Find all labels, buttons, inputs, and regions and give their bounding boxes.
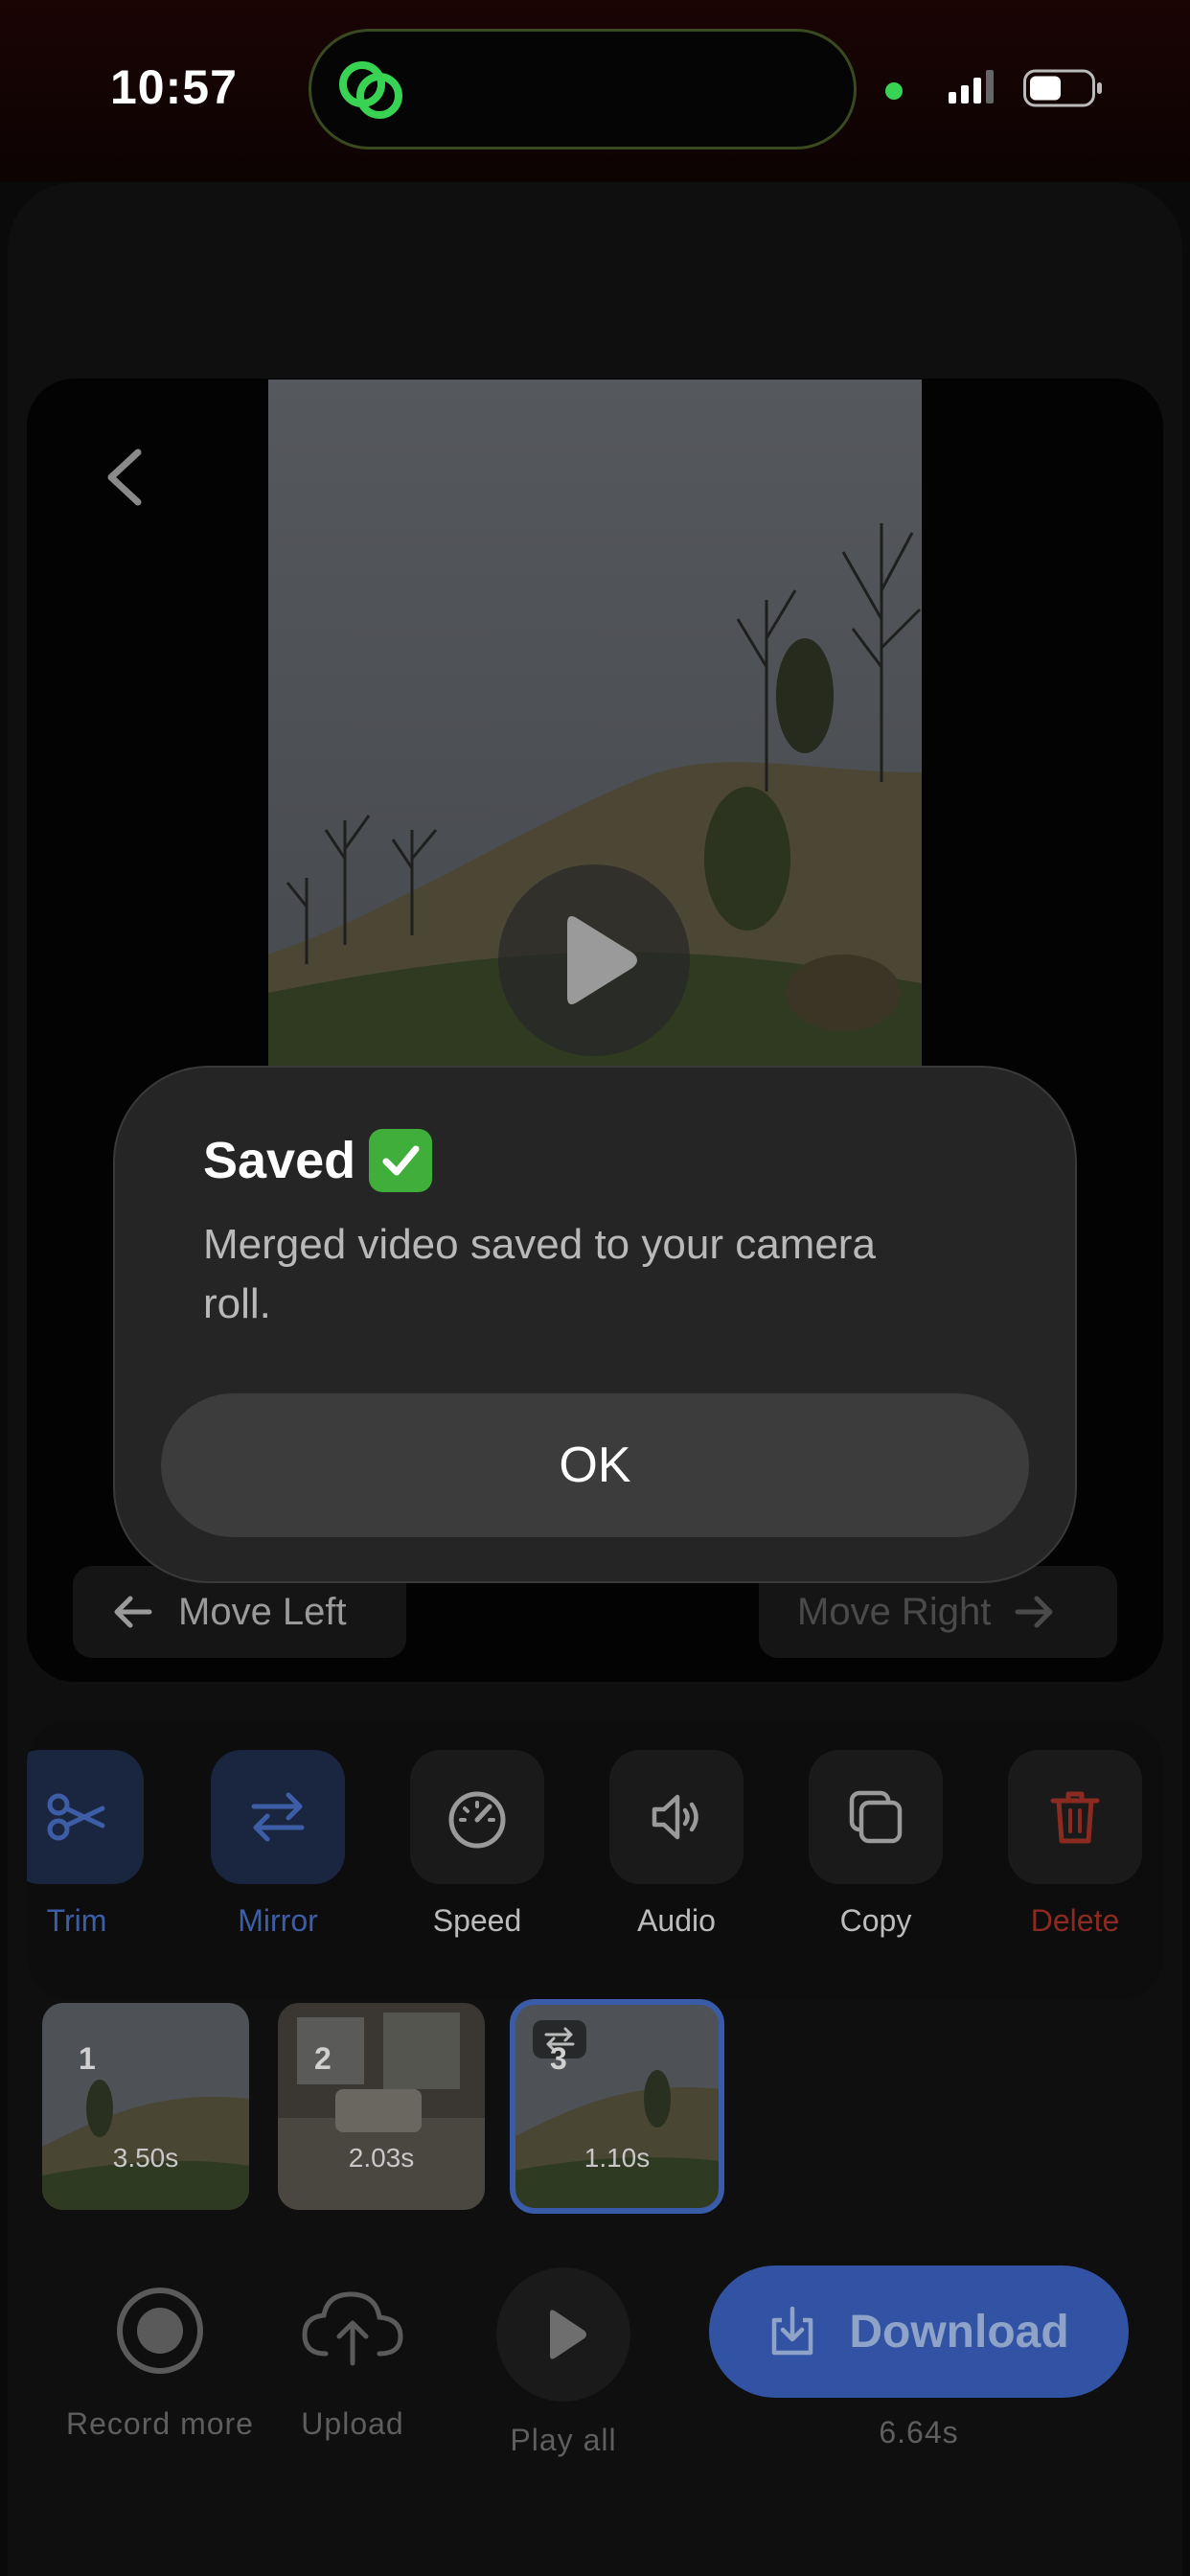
play-all-label: Play all — [510, 2423, 617, 2457]
audio-tool[interactable]: Audio — [609, 1750, 744, 1939]
clip-image — [278, 2003, 485, 2210]
speedometer-icon — [448, 1791, 506, 1849]
download-button[interactable]: Download — [709, 2266, 1129, 2398]
play-button[interactable] — [498, 864, 690, 1056]
download-label: Download — [849, 2306, 1069, 2358]
alert-message: Merged video saved to your camera roll. — [203, 1221, 876, 1327]
play-icon — [567, 916, 637, 1004]
mirror-label: Mirror — [238, 1903, 318, 1938]
clip-duration: 2.03s — [348, 2143, 415, 2173]
edit-tools-bar: Trim Mirror Speed Audio Copy Delete — [27, 1721, 1163, 1999]
chevron-left-icon[interactable] — [96, 443, 153, 512]
trim-tool[interactable]: Trim — [27, 1750, 144, 1939]
clip-thumbnail[interactable]: 1 3.50s — [42, 2003, 249, 2210]
record-more-label: Record more — [66, 2406, 254, 2441]
upload-button[interactable]: Upload — [287, 2267, 418, 2442]
total-duration: 6.64s — [879, 2415, 959, 2450]
arrow-left-icon — [114, 1596, 152, 1628]
check-mark-icon — [369, 1129, 433, 1192]
copy-label: Copy — [839, 1903, 912, 1938]
battery-icon — [1023, 69, 1102, 107]
clip-image — [42, 2003, 249, 2210]
link-rings-icon — [339, 61, 402, 119]
clip-thumbnail[interactable]: 2 2.03s — [278, 2003, 485, 2210]
ok-label: OK — [559, 1438, 631, 1493]
clip-number: 1 — [79, 2041, 96, 2076]
clip-duration: 3.50s — [112, 2143, 179, 2173]
copy-tool[interactable]: Copy — [809, 1750, 943, 1939]
speed-tool[interactable]: Speed — [410, 1750, 544, 1939]
trim-label: Trim — [46, 1903, 107, 1938]
move-right-label: Move Right — [797, 1590, 992, 1633]
ok-button[interactable]: OK — [161, 1393, 1029, 1537]
copy-icon — [849, 1790, 903, 1844]
speaker-icon — [652, 1794, 698, 1840]
delete-label: Delete — [1030, 1903, 1120, 1938]
privacy-indicator-dot — [885, 82, 903, 100]
swap-arrows-icon — [251, 1792, 305, 1842]
record-icon — [117, 2288, 203, 2374]
clip-duration: 1.10s — [584, 2143, 651, 2173]
alert-title-text: Saved — [203, 1132, 356, 1189]
play-icon — [550, 2310, 586, 2359]
download-icon — [772, 2306, 813, 2356]
arrow-right-icon — [1015, 1596, 1053, 1628]
cellular-signal-icon — [949, 70, 994, 104]
upload-label: Upload — [301, 2406, 404, 2441]
status-time: 10:57 — [110, 60, 238, 114]
speed-label: Speed — [432, 1903, 522, 1938]
delete-tool[interactable]: Delete — [1008, 1750, 1142, 1939]
alert-title: Saved — [203, 1129, 433, 1192]
move-left-label: Move Left — [178, 1590, 347, 1633]
cloud-upload-icon — [302, 2291, 403, 2366]
clip-number: 2 — [314, 2041, 332, 2076]
clip-thumbnail-selected[interactable]: 3 1.10s — [510, 1999, 724, 2214]
play-all-circle — [496, 2267, 630, 2402]
mirror-tool[interactable]: Mirror — [211, 1750, 345, 1939]
play-all-button[interactable]: Play all — [487, 2267, 640, 2458]
audio-label: Audio — [637, 1903, 716, 1938]
clip-number: 3 — [550, 2041, 567, 2076]
trash-icon — [1050, 1791, 1100, 1844]
record-more-button[interactable]: Record more — [59, 2267, 261, 2442]
scissors-icon — [47, 1793, 105, 1841]
